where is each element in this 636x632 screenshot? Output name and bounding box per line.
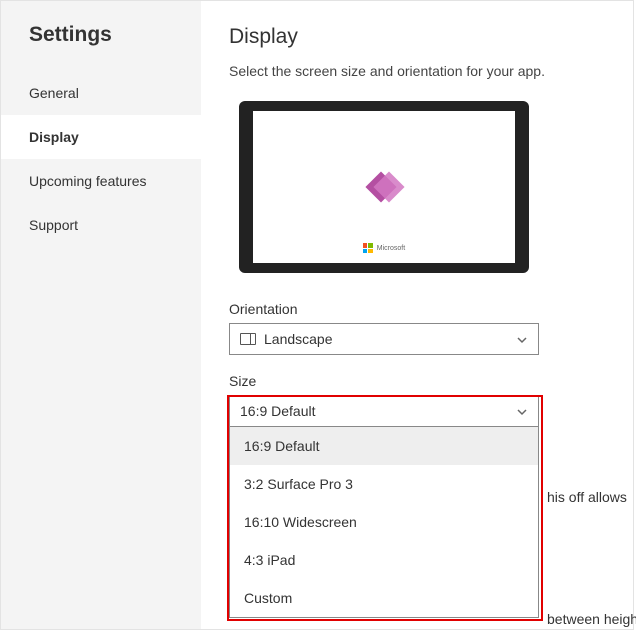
option-label: 3:2 Surface Pro 3 [244, 476, 353, 492]
option-label: 4:3 iPad [244, 552, 295, 568]
sidebar-item-general[interactable]: General [1, 71, 201, 115]
orientation-value: Landscape [264, 331, 333, 347]
option-label: 16:9 Default [244, 438, 320, 454]
powerapps-logo-icon [366, 169, 402, 205]
device-preview: Microsoft [239, 101, 529, 273]
landscape-icon [240, 333, 256, 345]
size-dropdown: 16:9 Default 3:2 Surface Pro 3 16:10 Wid… [229, 427, 539, 618]
sidebar-item-label: Support [29, 217, 78, 233]
sidebar-item-label: Upcoming features [29, 173, 147, 189]
size-option-3-2-surface-pro-3[interactable]: 3:2 Surface Pro 3 [230, 465, 538, 503]
page-subtitle: Select the screen size and orientation f… [229, 63, 605, 79]
sidebar: Settings General Display Upcoming featur… [1, 1, 201, 629]
microsoft-logo-text: Microsoft [377, 245, 405, 252]
microsoft-logo: Microsoft [363, 243, 405, 253]
size-option-16-9-default[interactable]: 16:9 Default [230, 427, 538, 465]
size-option-4-3-ipad[interactable]: 4:3 iPad [230, 541, 538, 579]
device-screen: Microsoft [253, 111, 515, 263]
obscured-text-right: his off allows [547, 489, 627, 505]
option-label: Custom [244, 590, 292, 606]
orientation-field: Orientation Landscape [229, 301, 605, 355]
size-field: Size 16:9 Default 16:9 Default 3:2 Surfa… [229, 373, 605, 618]
microsoft-logo-icon [363, 243, 373, 253]
size-option-custom[interactable]: Custom [230, 579, 538, 617]
sidebar-item-label: Display [29, 129, 79, 145]
obscured-text-bottom: between height [547, 611, 636, 627]
size-select[interactable]: 16:9 Default [229, 395, 539, 427]
sidebar-item-support[interactable]: Support [1, 203, 201, 247]
settings-window: Settings General Display Upcoming featur… [0, 0, 634, 630]
sidebar-item-display[interactable]: Display [1, 115, 201, 159]
chevron-down-icon [516, 333, 528, 345]
sidebar-item-label: General [29, 85, 79, 101]
size-value: 16:9 Default [240, 403, 316, 419]
chevron-down-icon [516, 405, 528, 417]
size-option-16-10-widescreen[interactable]: 16:10 Widescreen [230, 503, 538, 541]
page-title: Display [229, 25, 605, 49]
orientation-select[interactable]: Landscape [229, 323, 539, 355]
sidebar-item-upcoming-features[interactable]: Upcoming features [1, 159, 201, 203]
size-label: Size [229, 373, 605, 389]
sidebar-title: Settings [1, 23, 201, 71]
option-label: 16:10 Widescreen [244, 514, 357, 530]
main-panel: Display Select the screen size and orien… [201, 1, 633, 629]
orientation-label: Orientation [229, 301, 605, 317]
